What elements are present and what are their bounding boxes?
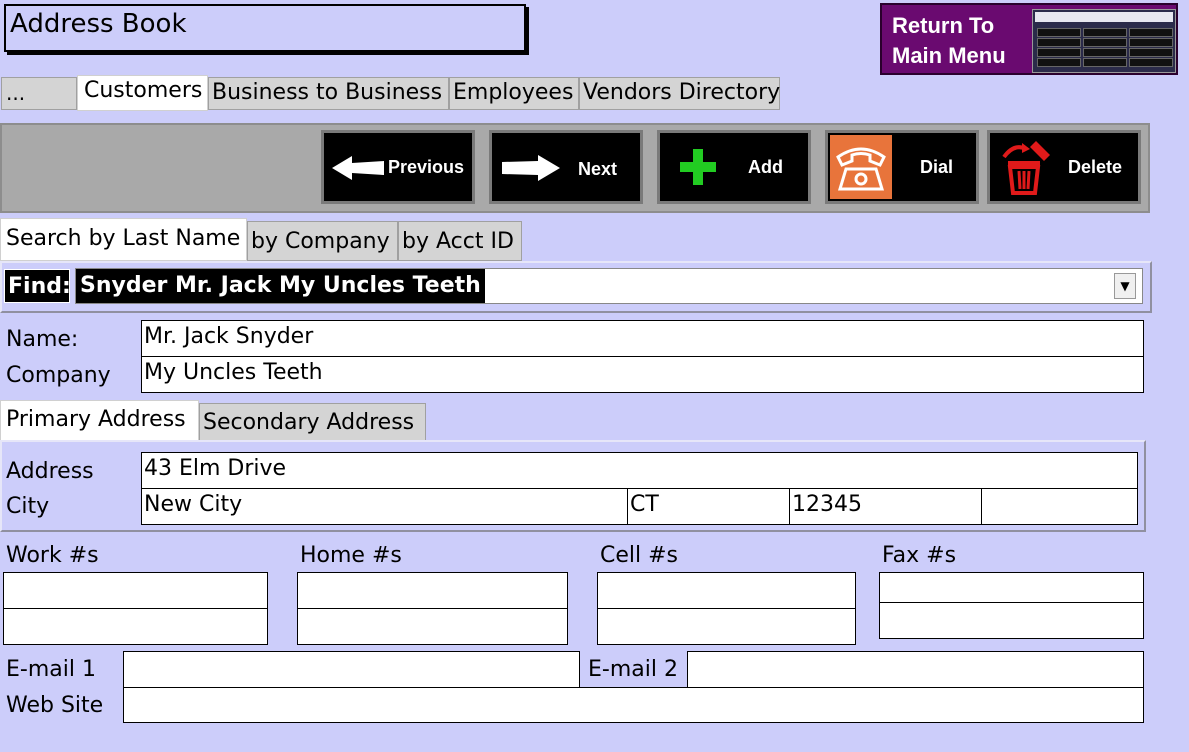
work-phones-label: Work #s [6, 543, 99, 568]
tab-secondary-address[interactable]: Secondary Address [199, 403, 426, 442]
dial-label: Dial [920, 157, 954, 177]
email2-label: E-mail 2 [588, 657, 678, 682]
find-selected-value: Snyder Mr. Jack My Uncles Teeth [76, 269, 485, 303]
work-phone-field-2[interactable] [3, 608, 268, 645]
tab-vendors-directory[interactable]: Vendors Directory [579, 77, 780, 110]
find-combobox[interactable]: Snyder Mr. Jack My Uncles Teeth ▼ [75, 268, 1143, 304]
tab-business-to-business[interactable]: Business to Business [208, 77, 449, 110]
delete-button[interactable]: Delete [987, 130, 1141, 204]
extra-address-field[interactable] [981, 488, 1138, 525]
website-label: Web Site [6, 693, 104, 718]
zip-field[interactable]: 12345 [789, 488, 982, 525]
trash-icon [1002, 141, 1050, 195]
email1-label: E-mail 1 [6, 657, 96, 682]
fax-field-1[interactable] [879, 572, 1144, 603]
work-phone-field-1[interactable] [3, 572, 268, 609]
home-phone-field-2[interactable] [297, 608, 568, 645]
arrow-right-icon [502, 155, 560, 181]
dial-button[interactable]: Dial [825, 130, 979, 204]
arrow-left-icon [332, 156, 384, 180]
return-label-line1: Return To [892, 13, 995, 38]
website-field[interactable] [123, 687, 1144, 723]
tab-employees[interactable]: Employees [449, 77, 579, 110]
company-label: Company [6, 363, 111, 388]
address-label: Address [6, 459, 94, 484]
tab-search-by-company[interactable]: by Company [247, 221, 398, 261]
company-field[interactable]: My Uncles Teeth [141, 356, 1144, 393]
state-field[interactable]: CT [627, 488, 790, 525]
main-menu-thumbnail-icon [1032, 9, 1176, 73]
home-phone-field-1[interactable] [297, 572, 568, 609]
name-label: Name: [6, 327, 79, 352]
city-field[interactable]: New City [141, 488, 628, 525]
next-label: Next [578, 159, 618, 179]
previous-label: Previous [388, 157, 465, 177]
tab-customers[interactable]: Customers [77, 75, 208, 111]
previous-button[interactable]: Previous [321, 130, 475, 204]
home-phones-label: Home #s [300, 543, 402, 568]
plus-icon [680, 149, 716, 185]
window-title: Address Book [4, 4, 526, 52]
return-to-main-menu-button[interactable]: Return To Main Menu [880, 3, 1178, 75]
fax-field-2[interactable] [879, 602, 1144, 639]
address-field[interactable]: 43 Elm Drive [141, 452, 1138, 489]
cell-phone-field-1[interactable] [597, 572, 856, 609]
email2-field[interactable] [687, 651, 1144, 688]
return-label-line2: Main Menu [892, 43, 1006, 68]
name-field[interactable]: Mr. Jack Snyder [141, 320, 1144, 357]
return-button-label: Return To Main Menu [892, 11, 1032, 71]
next-button[interactable]: Next [489, 130, 643, 204]
tab-more[interactable]: ... [1, 77, 77, 110]
tab-search-by-acct-id[interactable]: by Acct ID [398, 221, 522, 261]
cell-phones-label: Cell #s [600, 543, 679, 568]
cell-phone-field-2[interactable] [597, 608, 856, 645]
add-label: Add [748, 157, 783, 177]
chevron-down-icon[interactable]: ▼ [1114, 273, 1136, 299]
tab-primary-address[interactable]: Primary Address [0, 400, 199, 442]
email1-field[interactable] [123, 651, 580, 688]
telephone-icon [830, 135, 892, 199]
find-label: Find: [4, 269, 71, 303]
fax-label: Fax #s [882, 543, 957, 568]
tab-search-by-last-name[interactable]: Search by Last Name [0, 218, 247, 261]
city-label: City [6, 494, 50, 519]
delete-label: Delete [1068, 157, 1123, 177]
add-button[interactable]: Add [657, 130, 811, 204]
